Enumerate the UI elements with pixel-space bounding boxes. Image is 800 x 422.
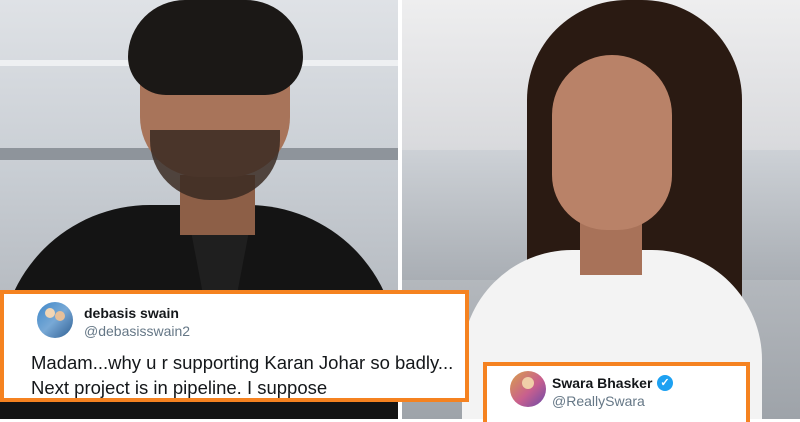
tweet-text-line-1: Madam...why u r supporting Karan Johar s… — [31, 352, 454, 373]
tweet-card-right: Swara Bhasker ✓ @ReallySwara — [483, 362, 750, 422]
tweet-author-name[interactable]: debasis swain — [84, 305, 179, 321]
tweet-text: Madam...why u r supporting Karan Johar s… — [31, 350, 461, 400]
verified-badge-icon: ✓ — [657, 375, 673, 391]
tweet-author-name[interactable]: Swara Bhasker — [552, 375, 652, 391]
tweet-card-left: debasis swain @debasisswain2 Madam...why… — [0, 290, 469, 402]
person-face — [552, 55, 672, 230]
avatar[interactable] — [37, 302, 73, 338]
avatar[interactable] — [510, 371, 546, 407]
person-beard — [150, 130, 280, 200]
person-hair — [128, 0, 303, 95]
tweet-author-handle[interactable]: @ReallySwara — [552, 393, 645, 409]
tweet-author-handle[interactable]: @debasisswain2 — [84, 323, 190, 339]
tweet-text-line-2: Next project is in pipeline. I suppose — [31, 377, 328, 398]
